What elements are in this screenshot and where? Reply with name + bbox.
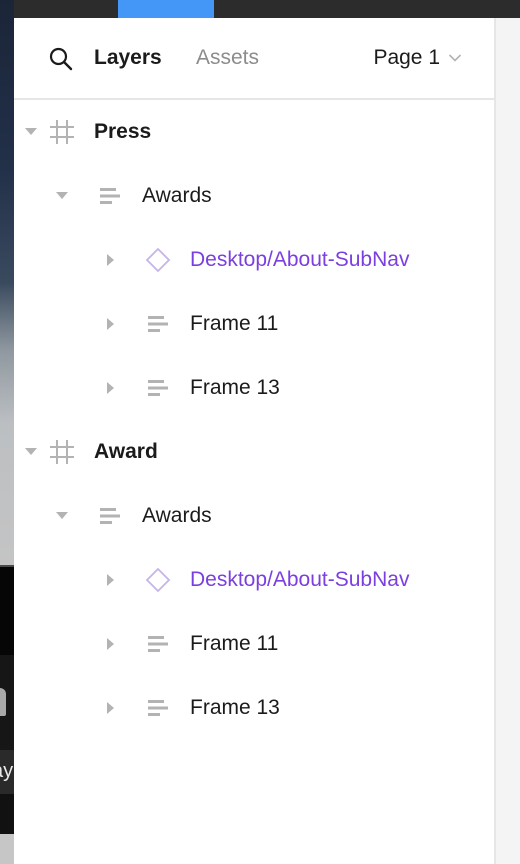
active-toolbar-tab[interactable] (118, 0, 214, 18)
page-selector[interactable]: Page 1 (373, 44, 462, 72)
auto-layout-icon (148, 316, 168, 332)
layer-name: Awards (142, 184, 212, 207)
caret-right-icon[interactable] (103, 253, 117, 267)
caret-right-icon[interactable] (103, 573, 117, 587)
caret-down-icon[interactable] (24, 125, 38, 139)
layer-name: Frame 13 (190, 696, 280, 719)
frame-icon (50, 440, 74, 464)
background-partial-label: ay (0, 750, 14, 794)
tab-assets[interactable]: Assets (196, 44, 259, 72)
layer-name: Awards (142, 504, 212, 527)
layer-name: Frame 13 (190, 376, 280, 399)
layer-name: Frame 11 (190, 312, 279, 335)
layer-name: Award (94, 440, 158, 463)
background-dark-area (0, 794, 14, 834)
layer-row[interactable]: Awards (14, 484, 494, 548)
chevron-down-icon (448, 54, 462, 62)
layer-row[interactable]: Award (14, 420, 494, 484)
layer-tree: Press Awards Desktop/About-SubNav Frame 11 F… (14, 100, 494, 740)
component-instance-icon (145, 247, 171, 273)
auto-layout-icon (100, 188, 120, 204)
caret-right-icon[interactable] (103, 381, 117, 395)
tab-layers[interactable]: Layers (94, 44, 162, 72)
page-selector-label: Page 1 (373, 46, 440, 69)
layer-name: Desktop/About-SubNav (190, 248, 410, 271)
background-dark-area (0, 567, 14, 655)
panel-border (494, 18, 496, 864)
background-light-area (0, 834, 14, 864)
auto-layout-icon (148, 700, 168, 716)
panel-header: Layers Assets Page 1 (14, 18, 494, 100)
layer-row[interactable]: Frame 11 (14, 612, 494, 676)
layer-row[interactable]: Desktop/About-SubNav (14, 548, 494, 612)
background-partial-text: ay (0, 760, 14, 782)
background-photo (0, 0, 14, 565)
caret-down-icon[interactable] (24, 445, 38, 459)
layer-row[interactable]: Frame 13 (14, 356, 494, 420)
background-partial-icon (0, 688, 6, 716)
search-icon[interactable] (48, 46, 74, 72)
frame-icon (50, 120, 74, 144)
layer-row[interactable]: Frame 13 (14, 676, 494, 740)
background-canvas: ay (0, 0, 14, 864)
auto-layout-icon (100, 508, 120, 524)
caret-down-icon[interactable] (55, 509, 69, 523)
caret-right-icon[interactable] (103, 317, 117, 331)
layer-row[interactable]: Press (14, 100, 494, 164)
layer-row[interactable]: Awards (14, 164, 494, 228)
layer-row[interactable]: Frame 11 (14, 292, 494, 356)
auto-layout-icon (148, 380, 168, 396)
caret-right-icon[interactable] (103, 701, 117, 715)
caret-right-icon[interactable] (103, 637, 117, 651)
top-toolbar (14, 0, 520, 18)
layer-row[interactable]: Desktop/About-SubNav (14, 228, 494, 292)
component-instance-icon (145, 567, 171, 593)
caret-down-icon[interactable] (55, 189, 69, 203)
layer-name: Desktop/About-SubNav (190, 568, 410, 591)
layer-name: Frame 11 (190, 632, 279, 655)
auto-layout-icon (148, 636, 168, 652)
layer-name: Press (94, 120, 152, 143)
layers-panel: Layers Assets Page 1 Press Awards Desktop/… (14, 18, 494, 864)
